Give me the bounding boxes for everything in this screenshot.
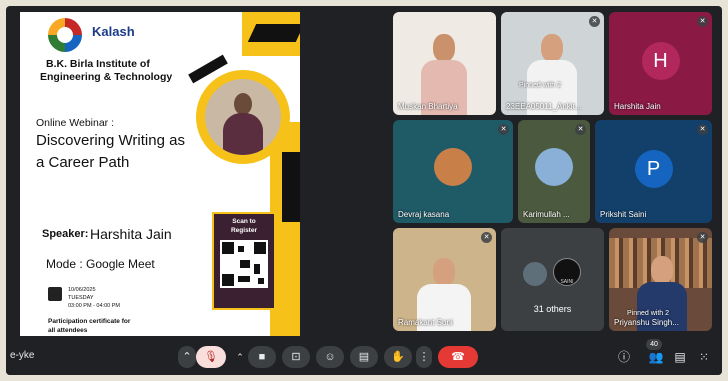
participant-name: Ramakant Soni — [398, 318, 453, 327]
others-tile[interactable]: SAINI 31 others — [501, 228, 604, 331]
audio-options-chevron-icon[interactable]: ⌃ — [178, 346, 196, 368]
mic-off-icon: ✕ — [697, 124, 708, 135]
participant-name: Prikshit Saini — [600, 210, 647, 219]
chat-icon[interactable]: ▤ — [672, 346, 688, 368]
event-time: 03:00 PM - 04:00 PM — [68, 303, 120, 309]
present-button[interactable]: ⊡ — [282, 346, 310, 368]
brand-logo-text: Kalash — [92, 24, 135, 39]
participant-name: Karimullah ... — [523, 210, 570, 219]
meet-window: Kalash B.K. Birla Institute of Engineeri… — [6, 6, 722, 375]
mic-off-icon: ✕ — [589, 16, 600, 27]
webinar-title-line-2: a Career Path — [36, 154, 130, 171]
overlay-text: Pinned with 2 — [627, 310, 670, 317]
speaker-photo — [196, 70, 290, 164]
avatar — [535, 148, 573, 186]
webinar-label: Online Webinar : — [36, 117, 115, 129]
participant-tile-ankit[interactable]: ✕ Pinned with 2 23EEA05011_Ankit... — [501, 12, 604, 115]
end-call-button[interactable]: ☎ — [438, 346, 478, 368]
scan-label-2: Register — [230, 227, 257, 234]
participant-tile-priyanshu[interactable]: ✕ Pinned with 2 Priyanshu Singh... — [609, 228, 712, 331]
qr-code — [220, 240, 268, 288]
avatar: P — [634, 149, 673, 188]
raise-hand-button[interactable]: ✋ — [384, 346, 412, 368]
participant-tile-muskan[interactable]: Muskan Bhartiya — [393, 12, 496, 115]
people-icon[interactable]: 👥 — [648, 346, 664, 368]
participant-name: 23EEA05011_Ankit... — [506, 102, 582, 111]
mic-off-button[interactable]: 🎙 — [196, 346, 226, 368]
participant-tile-prikshit[interactable]: P ✕ Prikshit Saini — [595, 120, 712, 223]
info-icon[interactable]: ⓘ — [616, 346, 632, 368]
scan-label-1: Scan to — [232, 218, 256, 225]
certificate-line-2: all attendees — [48, 327, 88, 334]
speaker-label: Speaker: — [42, 228, 89, 240]
calendar-icon — [48, 287, 62, 301]
avatar — [523, 262, 547, 286]
participant-name: Muskan Bhartiya — [398, 102, 458, 111]
emoji-button[interactable]: ☺ — [316, 346, 344, 368]
avatar — [434, 148, 472, 186]
presentation-slide: Kalash B.K. Birla Institute of Engineeri… — [20, 12, 300, 336]
mode-line: Mode : Google Meet — [46, 257, 155, 271]
event-date: 10/06/2025 — [68, 287, 96, 293]
participant-name: Harshita Jain — [614, 102, 661, 111]
participant-tile-ramakant[interactable]: ✕ Ramakant Soni — [393, 228, 496, 331]
institute-logo — [48, 18, 82, 52]
others-count: 31 others — [533, 304, 572, 314]
mic-off-icon: ✕ — [697, 232, 708, 243]
institute-line-1: B.K. Birla Institute of — [46, 58, 150, 70]
event-day: TUESDAY — [68, 295, 94, 301]
participant-tile-karimullah[interactable]: ✕ Karimullah ... — [518, 120, 590, 223]
participant-name: Devraj kasana — [398, 210, 450, 219]
speaker-name: Harshita Jain — [90, 226, 172, 242]
webinar-title-line-1: Discovering Writing as — [36, 132, 185, 149]
control-bar: e-yke ⌃ 🎙 ⌃ ■ ⊡ ☺ ▤ ✋ ⋮ ☎ ⓘ 40 👥 ▤ ⁙ — [6, 338, 722, 375]
register-qr-card: Scan to Register — [212, 212, 276, 310]
video-options-chevron-icon[interactable]: ⌃ — [234, 346, 246, 368]
captions-button[interactable]: ▤ — [350, 346, 378, 368]
institute-line-2: Engineering & Technology — [40, 71, 173, 83]
avatar: H — [641, 41, 680, 80]
certificate-line-1: Participation certificate for — [48, 318, 131, 325]
participant-name: Priyanshu Singh... — [614, 318, 679, 327]
more-options-button[interactable]: ⋮ — [416, 346, 432, 368]
participant-tile-harshita[interactable]: H ✕ Harshita Jain — [609, 12, 712, 115]
mic-off-icon: ✕ — [498, 124, 509, 135]
mic-off-icon: ✕ — [481, 232, 492, 243]
camera-button[interactable]: ■ — [248, 346, 276, 368]
mic-off-icon: ✕ — [575, 124, 586, 135]
overlay-text: Pinned with 2 — [519, 82, 562, 89]
participant-tile-devraj[interactable]: ✕ Devraj kasana — [393, 120, 513, 223]
meeting-code: e-yke — [10, 350, 35, 361]
avatar: SAINI — [553, 258, 581, 286]
mic-off-icon: ✕ — [697, 16, 708, 27]
activities-icon[interactable]: ⁙ — [696, 346, 712, 368]
